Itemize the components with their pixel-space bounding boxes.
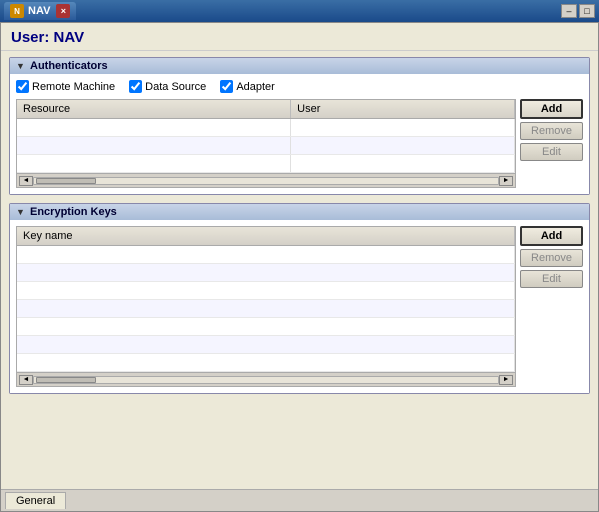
table-row[interactable]	[17, 300, 515, 318]
auth-scrollbar-horizontal[interactable]: ◄ ►	[17, 173, 515, 187]
main-window: User: NAV ▼ Authenticators Remote Machin…	[0, 22, 599, 512]
enc-keyname-cell	[17, 282, 515, 300]
auth-remove-button[interactable]: Remove	[520, 122, 583, 140]
status-bar: General	[1, 489, 598, 511]
enc-scrollbar-thumb[interactable]	[36, 377, 96, 383]
encryption-arrow-icon: ▼	[16, 207, 26, 217]
encryption-table: Key name	[17, 227, 515, 372]
auth-resource-cell	[17, 155, 291, 173]
encryption-keys-body: Key name	[10, 220, 589, 393]
enc-edit-button[interactable]: Edit	[520, 270, 583, 288]
enc-keyname-cell	[17, 354, 515, 372]
table-row[interactable]	[17, 137, 515, 155]
auth-resource-cell	[17, 119, 291, 137]
window-content: ▼ Authenticators Remote Machine Data Sou…	[1, 51, 598, 489]
auth-add-button[interactable]: Add	[520, 99, 583, 119]
title-tab[interactable]: N NAV ×	[4, 2, 76, 20]
data-source-label: Data Source	[145, 81, 206, 93]
auth-resource-cell	[17, 137, 291, 155]
auth-user-cell	[291, 155, 515, 173]
scrollbar-thumb[interactable]	[36, 178, 96, 184]
authenticators-section: ▼ Authenticators Remote Machine Data Sou…	[9, 57, 590, 195]
authenticators-arrow-icon: ▼	[16, 61, 26, 71]
authenticators-checkboxes: Remote Machine Data Source Adapter	[16, 80, 583, 93]
window-controls: – □	[561, 4, 595, 18]
enc-remove-button[interactable]: Remove	[520, 249, 583, 267]
enc-keyname-cell	[17, 246, 515, 264]
table-row[interactable]	[17, 318, 515, 336]
adapter-label: Adapter	[236, 81, 275, 93]
encryption-table-wrapper: Key name	[16, 226, 516, 387]
authenticators-buttons: Add Remove Edit	[520, 99, 583, 188]
encryption-keys-title: Encryption Keys	[30, 206, 117, 218]
enc-col-keyname: Key name	[17, 227, 515, 246]
enc-scrollbar-track[interactable]	[33, 376, 499, 384]
enc-keyname-cell	[17, 336, 515, 354]
table-row[interactable]	[17, 246, 515, 264]
enc-add-button[interactable]: Add	[520, 226, 583, 246]
table-row[interactable]	[17, 119, 515, 137]
maximize-button[interactable]: □	[579, 4, 595, 18]
enc-scrollbar-left-arrow-icon[interactable]: ◄	[19, 375, 33, 385]
authenticators-table: Resource User	[17, 100, 515, 173]
encryption-table-container: Key name	[16, 226, 583, 387]
remote-machine-checkbox[interactable]: Remote Machine	[16, 80, 115, 93]
tab-icon: N	[10, 4, 24, 18]
table-row[interactable]	[17, 336, 515, 354]
authenticators-table-wrapper: Resource User	[16, 99, 516, 188]
adapter-checkbox[interactable]: Adapter	[220, 80, 275, 93]
auth-edit-button[interactable]: Edit	[520, 143, 583, 161]
title-bar: N NAV × – □	[0, 0, 599, 22]
tab-label: NAV	[28, 5, 50, 17]
status-tab-general[interactable]: General	[5, 492, 66, 509]
remote-machine-label: Remote Machine	[32, 81, 115, 93]
auth-user-cell	[291, 137, 515, 155]
auth-user-cell	[291, 119, 515, 137]
data-source-checkbox[interactable]: Data Source	[129, 80, 206, 93]
authenticators-table-container: Resource User	[16, 99, 583, 188]
table-row[interactable]	[17, 354, 515, 372]
encryption-keys-header: ▼ Encryption Keys	[10, 204, 589, 220]
scrollbar-right-arrow-icon[interactable]: ►	[499, 176, 513, 186]
encryption-keys-section: ▼ Encryption Keys Key name	[9, 203, 590, 394]
auth-col-user: User	[291, 100, 515, 119]
minimize-button[interactable]: –	[561, 4, 577, 18]
enc-keyname-cell	[17, 264, 515, 282]
auth-col-resource: Resource	[17, 100, 291, 119]
table-row[interactable]	[17, 264, 515, 282]
enc-keyname-cell	[17, 300, 515, 318]
encryption-buttons: Add Remove Edit	[520, 226, 583, 387]
authenticators-header: ▼ Authenticators	[10, 58, 589, 74]
enc-scrollbar-right-arrow-icon[interactable]: ►	[499, 375, 513, 385]
authenticators-title: Authenticators	[30, 60, 108, 72]
table-row[interactable]	[17, 282, 515, 300]
scrollbar-track[interactable]	[33, 177, 499, 185]
window-title: User: NAV	[1, 23, 598, 51]
tab-close-button[interactable]: ×	[56, 4, 70, 18]
enc-scrollbar-horizontal[interactable]: ◄ ►	[17, 372, 515, 386]
scrollbar-left-arrow-icon[interactable]: ◄	[19, 176, 33, 186]
authenticators-body: Remote Machine Data Source Adapter	[10, 74, 589, 194]
table-row[interactable]	[17, 155, 515, 173]
enc-keyname-cell	[17, 318, 515, 336]
